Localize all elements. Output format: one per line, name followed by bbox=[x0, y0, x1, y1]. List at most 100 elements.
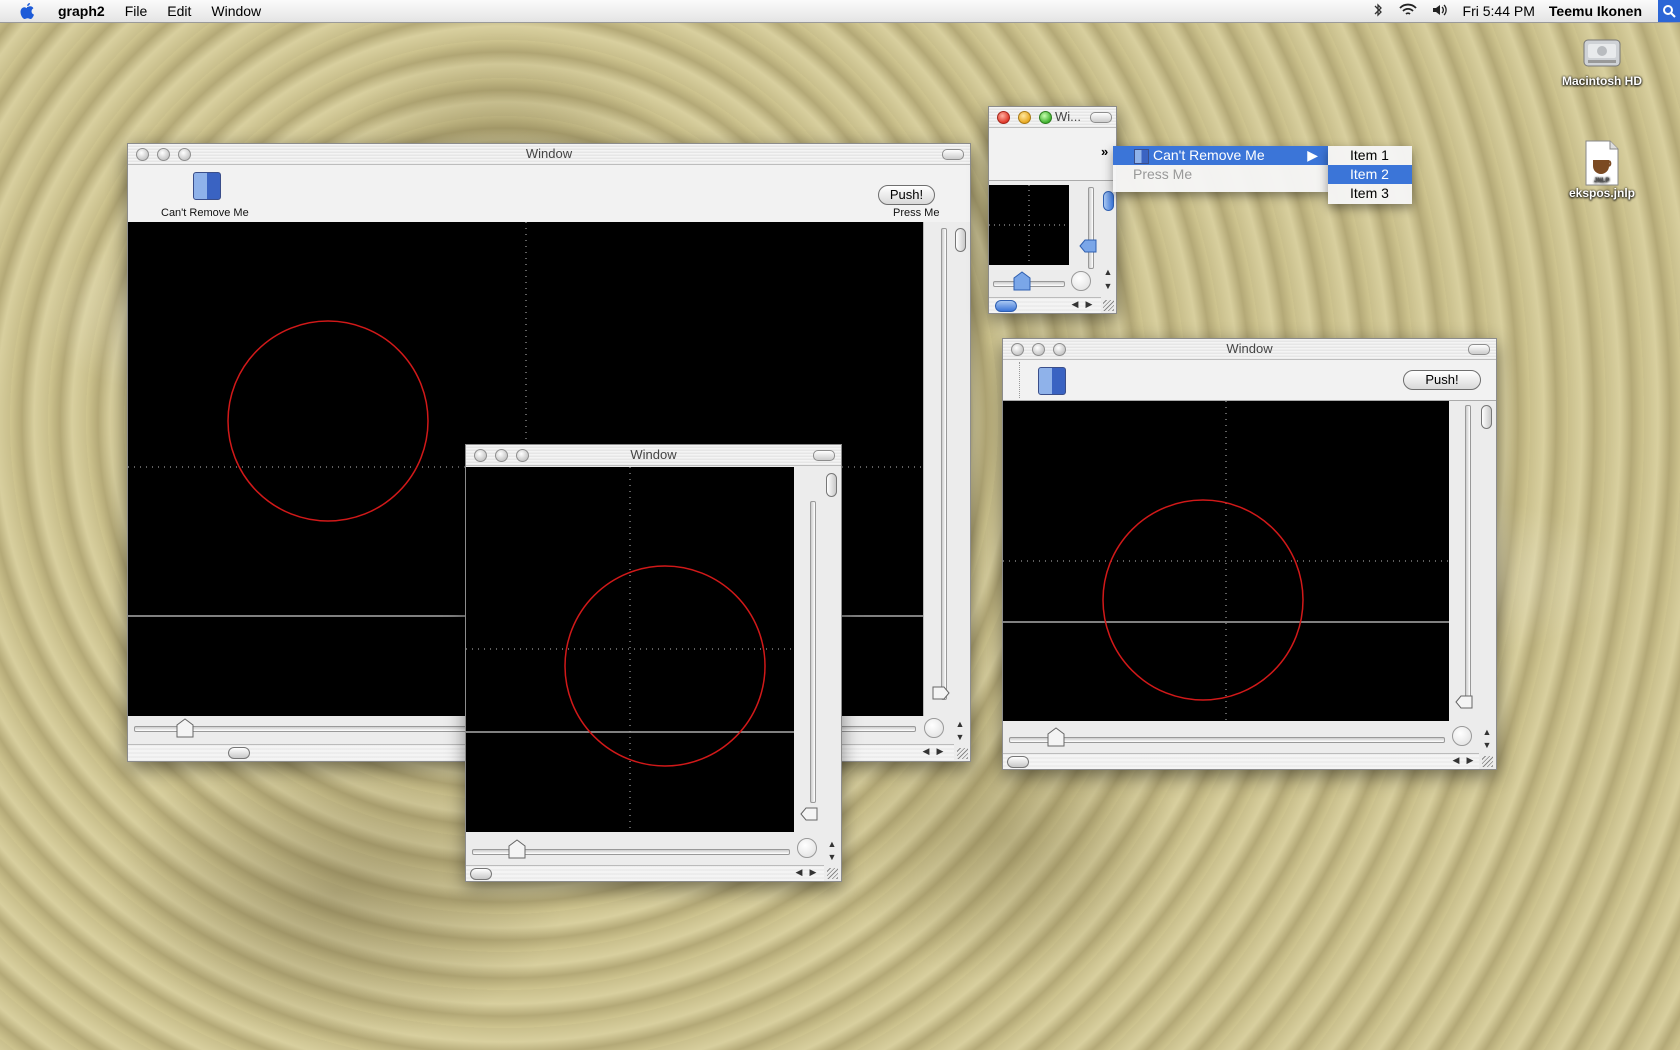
resize-grip[interactable] bbox=[1103, 300, 1114, 311]
apple-menu-icon[interactable] bbox=[18, 2, 36, 20]
small-vertical-scroll-thumb[interactable] bbox=[1103, 191, 1114, 211]
horizontal-scroll-thumb[interactable] bbox=[228, 747, 250, 759]
middle-window-titlebar[interactable]: Window bbox=[466, 445, 841, 466]
vertical-slider-thumb[interactable] bbox=[1455, 695, 1473, 713]
vertical-scroll-thumb[interactable] bbox=[1481, 405, 1492, 429]
bluetooth-icon[interactable] bbox=[1371, 2, 1385, 20]
finder-icon[interactable] bbox=[1038, 367, 1066, 395]
submenu-item-1[interactable]: Item 1 bbox=[1328, 146, 1412, 165]
scroll-down-arrow[interactable]: ▼ bbox=[954, 732, 966, 742]
resize-grip[interactable] bbox=[957, 748, 968, 759]
close-button[interactable] bbox=[1011, 343, 1024, 356]
horizontal-slider-thumb[interactable] bbox=[176, 718, 194, 738]
scroll-right-arrow[interactable]: ▶ bbox=[1083, 299, 1095, 310]
close-button[interactable] bbox=[136, 148, 149, 161]
small-horizontal-slider-thumb[interactable] bbox=[1013, 271, 1031, 291]
toolbar-overflow-chevron[interactable]: » bbox=[1101, 144, 1108, 159]
menu-item-cant-remove-me[interactable]: Can't Remove Me ▶ bbox=[1113, 146, 1328, 165]
horizontal-slider-track[interactable] bbox=[1009, 737, 1445, 743]
toolbar-item-label[interactable]: Can't Remove Me bbox=[161, 207, 249, 219]
close-button[interactable] bbox=[997, 111, 1010, 124]
scroll-up-arrow[interactable]: ▲ bbox=[1481, 727, 1493, 737]
close-button[interactable] bbox=[474, 449, 487, 462]
small-window[interactable]: Wi... » ▲ ▼ ◀ ▶ bbox=[988, 106, 1117, 314]
minimize-button[interactable] bbox=[1032, 343, 1045, 356]
wifi-icon[interactable] bbox=[1398, 3, 1417, 20]
scroll-right-arrow[interactable]: ▶ bbox=[807, 867, 819, 878]
small-corner-dial[interactable] bbox=[1071, 271, 1091, 291]
corner-dial[interactable] bbox=[797, 838, 817, 858]
corner-dial[interactable] bbox=[1452, 726, 1472, 746]
menu-app-name[interactable]: graph2 bbox=[48, 3, 115, 19]
minimize-button[interactable] bbox=[1018, 111, 1031, 124]
press-me-label[interactable]: Press Me bbox=[893, 207, 939, 219]
finder-icon[interactable] bbox=[193, 172, 221, 200]
scroll-down-arrow[interactable]: ▼ bbox=[1481, 740, 1493, 750]
horizontal-slider-thumb[interactable] bbox=[1047, 727, 1065, 747]
scroll-right-arrow[interactable]: ▶ bbox=[934, 746, 946, 757]
middle-plot-canvas[interactable] bbox=[466, 467, 794, 832]
vertical-scroll-thumb[interactable] bbox=[826, 473, 837, 497]
small-horizontal-scrollbar[interactable]: ◀ ▶ bbox=[989, 297, 1101, 313]
small-vertical-slider-thumb[interactable] bbox=[1079, 239, 1097, 257]
menu-edit[interactable]: Edit bbox=[157, 3, 201, 19]
zoom-button[interactable] bbox=[516, 449, 529, 462]
zoom-button[interactable] bbox=[1039, 111, 1052, 124]
menu-file[interactable]: File bbox=[115, 3, 158, 19]
vertical-scroll-thumb[interactable] bbox=[955, 228, 966, 252]
vertical-slider-track[interactable] bbox=[941, 228, 947, 700]
toolbar-separator bbox=[1019, 362, 1021, 398]
submenu-item-2[interactable]: Item 2 bbox=[1328, 165, 1412, 184]
toolbar-toggle-button[interactable] bbox=[942, 149, 964, 160]
scroll-down-arrow[interactable]: ▼ bbox=[826, 852, 838, 862]
scroll-down-arrow[interactable]: ▼ bbox=[1102, 281, 1114, 291]
vertical-slider-track[interactable] bbox=[1465, 405, 1471, 707]
scroll-left-arrow[interactable]: ◀ bbox=[1069, 299, 1081, 310]
toolbar-toggle-button[interactable] bbox=[813, 450, 835, 461]
zoom-button[interactable] bbox=[178, 148, 191, 161]
horizontal-scroll-thumb[interactable] bbox=[470, 868, 492, 880]
small-toolbar: » bbox=[989, 128, 1116, 181]
horizontal-scrollbar[interactable]: ◀ ▶ bbox=[1003, 753, 1479, 769]
scroll-up-arrow[interactable]: ▲ bbox=[1102, 267, 1114, 277]
toolbar-toggle-button[interactable] bbox=[1090, 112, 1112, 123]
main-window-titlebar[interactable]: Window bbox=[128, 144, 970, 165]
small-window-titlebar[interactable]: Wi... bbox=[989, 107, 1116, 128]
submenu-item-3[interactable]: Item 3 bbox=[1328, 184, 1412, 203]
scroll-up-arrow[interactable]: ▲ bbox=[954, 719, 966, 729]
menu-clock[interactable]: Fri 5:44 PM bbox=[1463, 3, 1535, 19]
push-button[interactable]: Push! bbox=[1403, 370, 1481, 390]
middle-window[interactable]: Window ▲ ▼ ◀ ▶ bbox=[465, 444, 842, 882]
right-window[interactable]: Window Push! ▲ ▼ ◀ ▶ bbox=[1002, 338, 1497, 770]
menu-user-name[interactable]: Teemu Ikonen bbox=[1549, 3, 1642, 19]
zoom-button[interactable] bbox=[1053, 343, 1066, 356]
vertical-slider-thumb[interactable] bbox=[932, 686, 950, 704]
horizontal-slider-thumb[interactable] bbox=[508, 839, 526, 859]
window-controls bbox=[997, 111, 1060, 124]
scroll-left-arrow[interactable]: ◀ bbox=[793, 867, 805, 878]
vertical-slider-thumb[interactable] bbox=[800, 807, 818, 825]
vertical-slider-track[interactable] bbox=[810, 501, 816, 803]
volume-icon[interactable] bbox=[1431, 3, 1449, 20]
minimize-button[interactable] bbox=[495, 449, 508, 462]
resize-grip[interactable] bbox=[1482, 756, 1493, 767]
desktop-icon-macintosh-hd[interactable]: Macintosh HD bbox=[1552, 30, 1652, 88]
menu-window[interactable]: Window bbox=[201, 3, 271, 19]
scroll-up-arrow[interactable]: ▲ bbox=[826, 839, 838, 849]
scroll-left-arrow[interactable]: ◀ bbox=[1450, 755, 1462, 766]
right-plot-canvas[interactable] bbox=[1003, 401, 1449, 721]
corner-dial[interactable] bbox=[924, 718, 944, 738]
resize-grip[interactable] bbox=[827, 868, 838, 879]
toolbar-toggle-button[interactable] bbox=[1468, 344, 1490, 355]
scroll-left-arrow[interactable]: ◀ bbox=[920, 746, 932, 757]
right-window-titlebar[interactable]: Window bbox=[1003, 339, 1496, 360]
spotlight-icon[interactable] bbox=[1658, 0, 1680, 22]
horizontal-scrollbar[interactable]: ◀ ▶ bbox=[466, 865, 824, 881]
horizontal-scroll-thumb[interactable] bbox=[1007, 756, 1029, 768]
desktop-icon-jnlp-file[interactable]: JNLP ekspos.jnlp bbox=[1552, 140, 1652, 200]
small-horizontal-scroll-thumb[interactable] bbox=[995, 300, 1017, 312]
minimize-button[interactable] bbox=[157, 148, 170, 161]
push-button[interactable]: Push! bbox=[878, 185, 935, 205]
small-plot-canvas[interactable] bbox=[989, 185, 1069, 265]
scroll-right-arrow[interactable]: ▶ bbox=[1464, 755, 1476, 766]
